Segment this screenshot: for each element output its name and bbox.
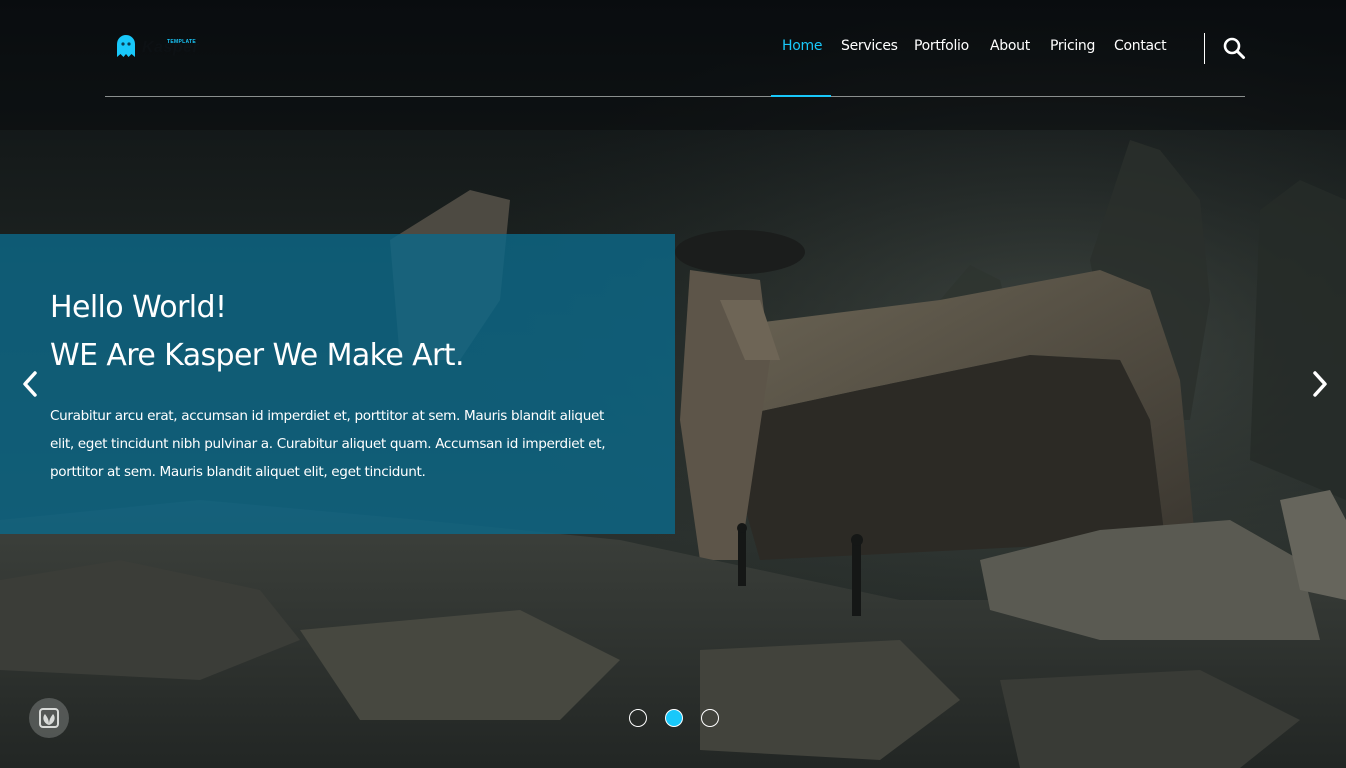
hero-headline-greeting: Hello World!: [50, 290, 227, 325]
hero-headline-tagline: WE Are Kasper We Make Art.: [50, 338, 465, 373]
nav-link-about[interactable]: About: [990, 38, 1030, 54]
slider-bullets: [628, 709, 724, 731]
corner-badge-button[interactable]: [29, 698, 69, 738]
slider-bullet-2[interactable]: [665, 709, 683, 727]
slider-next-button[interactable]: [1310, 369, 1330, 399]
nav-divider: [1204, 33, 1205, 64]
nav-link-contact[interactable]: Contact: [1114, 38, 1167, 54]
hero-description: Curabitur arcu erat, accumsan id imperdi…: [50, 408, 606, 480]
main-nav: Home Services Portfolio About Pricing Co…: [0, 38, 1346, 60]
slider-prev-button[interactable]: [20, 369, 40, 399]
chevron-right-icon: [1313, 371, 1327, 397]
nav-link-home[interactable]: Home: [782, 38, 822, 54]
chevron-left-icon: [23, 371, 37, 397]
nav-link-portfolio[interactable]: Portfolio: [914, 38, 969, 54]
slider-bullet-3[interactable]: [701, 709, 719, 727]
nav-link-services[interactable]: Services: [841, 38, 898, 54]
search-icon: [1223, 37, 1245, 59]
leaf-badge-icon: [39, 708, 59, 728]
header-divider-line: [105, 96, 1245, 97]
active-nav-indicator: [771, 95, 831, 97]
hero-content-box: Hello World! WE Are Kasper We Make Art. …: [0, 234, 675, 534]
slider-bullet-1[interactable]: [629, 709, 647, 727]
hero-section: Kasper TEMPLATE Home Services Portfolio …: [0, 0, 1346, 768]
search-button[interactable]: [1222, 36, 1246, 60]
nav-link-pricing[interactable]: Pricing: [1050, 38, 1095, 54]
